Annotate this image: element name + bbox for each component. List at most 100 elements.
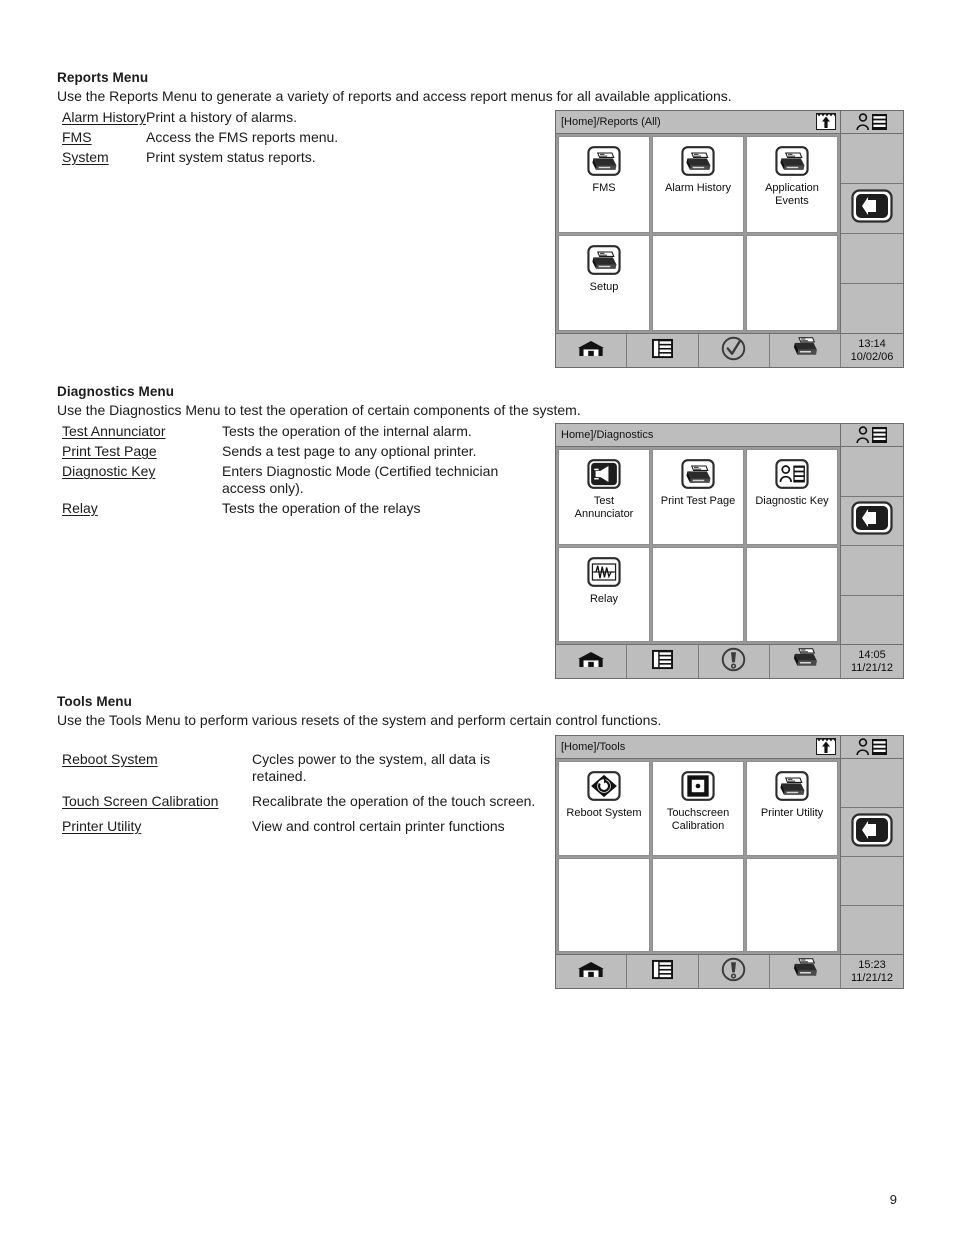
breadcrumb-label: [Home]/Reports (All)	[561, 116, 661, 128]
waveform-icon	[585, 555, 623, 589]
alert-button[interactable]	[699, 955, 770, 988]
upload-arrow-icon[interactable]	[816, 738, 836, 755]
menu-tile-setup[interactable]: Setup	[558, 234, 650, 331]
rail-slot-back[interactable]	[841, 497, 903, 546]
device-bottom-bar: 15:23 11/21/12	[556, 954, 903, 988]
menu-tile-label: Test Annunciator	[574, 495, 634, 520]
term: Diagnostic Key	[62, 463, 156, 479]
breadcrumb: [Home]/Tools	[556, 736, 841, 758]
user-card-icon[interactable]	[841, 424, 903, 446]
menu-tile-label: Relay	[589, 592, 619, 605]
clock-display: 14:05 11/21/12	[841, 645, 903, 678]
menu-tile-empty[interactable]	[652, 546, 744, 642]
clock-date: 11/21/12	[850, 661, 893, 674]
rail-slot-empty[interactable]	[841, 546, 903, 596]
rail-slot-back[interactable]	[841, 808, 903, 857]
rail-slot-empty[interactable]	[841, 134, 903, 184]
list-item: Reboot System Cycles power to the system…	[62, 751, 542, 793]
description: Print system status reports.	[146, 149, 316, 165]
printer-icon	[679, 457, 717, 491]
menu-tile-empty[interactable]	[746, 546, 838, 642]
clock-time: 15:23	[858, 958, 886, 971]
breadcrumb-label: Home]/Diagnostics	[561, 429, 654, 441]
back-arrow-icon[interactable]	[851, 812, 893, 852]
description: Access the FMS reports menu.	[146, 129, 339, 145]
clock-date: 10/02/06	[850, 350, 894, 363]
menu-tile-label: Setup	[589, 280, 619, 293]
upload-arrow-icon[interactable]	[816, 113, 836, 130]
home-icon	[577, 960, 605, 984]
alert-circle-icon	[721, 957, 746, 987]
term: Alarm History	[62, 109, 147, 125]
menu-tile-fms[interactable]: FMS	[558, 136, 650, 233]
list-item: Relay Tests the operation of the relays	[62, 500, 542, 520]
device-side-rail	[841, 759, 903, 954]
list-item: Test Annunciator Tests the operation of …	[62, 423, 542, 443]
menu-list-button[interactable]	[627, 334, 699, 367]
rail-slot-empty[interactable]	[841, 759, 903, 808]
printer-icon	[585, 144, 623, 178]
menu-tile-label: Reboot System	[566, 807, 642, 819]
definition-list: Alarm History Print a history of alarms.…	[62, 109, 338, 169]
menu-tile-empty[interactable]	[652, 857, 744, 952]
definition-list: Reboot System Cycles power to the system…	[62, 751, 542, 838]
menu-grid: FMS Alarm History Application Events Set…	[556, 134, 841, 333]
reboot-icon	[585, 769, 623, 803]
user-card-icon[interactable]	[841, 111, 903, 133]
rail-slot-empty[interactable]	[841, 447, 903, 497]
menu-tile-printer-utility[interactable]: Printer Utility	[746, 761, 838, 856]
term: Print Test Page	[62, 443, 157, 459]
home-icon	[577, 339, 605, 363]
description: Cycles power to the system, all data is …	[252, 751, 491, 784]
rail-slot-back[interactable]	[841, 184, 903, 234]
menu-tile-empty[interactable]	[746, 234, 838, 331]
rail-slot-empty[interactable]	[841, 596, 903, 645]
menu-tile-relay[interactable]: Relay	[558, 546, 650, 642]
device-side-rail	[841, 134, 903, 333]
rail-slot-empty[interactable]	[841, 284, 903, 333]
menu-tile-test-annunciator[interactable]: Test Annunciator	[558, 449, 650, 545]
alert-circle-icon	[721, 647, 746, 677]
acknowledge-button[interactable]	[699, 334, 770, 367]
breadcrumb: [Home]/Reports (All)	[556, 111, 841, 133]
clock-display: 13:14 10/02/06	[841, 334, 903, 367]
home-button[interactable]	[556, 955, 628, 988]
menu-tile-label: Diagnostic Key	[755, 495, 829, 507]
menu-tile-label: Touchscreen Calibration	[666, 807, 730, 832]
menu-tile-empty[interactable]	[746, 857, 838, 952]
menu-list-button[interactable]	[627, 955, 699, 988]
menu-tile-label: Application Events	[765, 182, 819, 207]
back-arrow-icon[interactable]	[851, 501, 893, 540]
list-menu-icon	[651, 338, 674, 364]
rail-slot-empty[interactable]	[841, 906, 903, 954]
list-menu-icon	[651, 649, 674, 675]
list-item: Print Test Page Sends a test page to any…	[62, 443, 542, 463]
description: Tests the operation of the relays	[222, 500, 421, 516]
menu-tile-print-test-page[interactable]: Print Test Page	[652, 449, 744, 545]
user-card-icon[interactable]	[841, 736, 903, 758]
device-body: Test Annunciator Print Test Page Diagnos…	[556, 447, 903, 644]
menu-tile-diagnostic-key[interactable]: Diagnostic Key	[746, 449, 838, 545]
rail-slot-empty[interactable]	[841, 234, 903, 284]
menu-tile-empty[interactable]	[558, 857, 650, 952]
menu-list-button[interactable]	[627, 645, 699, 678]
list-item: Touch Screen Calibration Recalibrate the…	[62, 793, 542, 818]
rail-slot-empty[interactable]	[841, 857, 903, 906]
menu-tile-reboot-system[interactable]: Reboot System	[558, 761, 650, 856]
home-button[interactable]	[556, 645, 628, 678]
breadcrumb-label: [Home]/Tools	[561, 741, 626, 753]
printer-icon	[585, 243, 623, 277]
printer-icon	[773, 144, 811, 178]
alert-button[interactable]	[699, 645, 770, 678]
back-arrow-icon[interactable]	[851, 189, 893, 228]
print-button[interactable]	[770, 955, 841, 988]
device-bottom-bar: 14:05 11/21/12	[556, 644, 903, 678]
menu-tile-touchscreen-calibration[interactable]: Touchscreen Calibration	[652, 761, 744, 856]
print-button[interactable]	[770, 645, 841, 678]
print-button[interactable]	[770, 334, 841, 367]
page-number: 9	[889, 1192, 897, 1207]
menu-tile-alarm-history[interactable]: Alarm History	[652, 136, 744, 233]
menu-tile-application-events[interactable]: Application Events	[746, 136, 838, 233]
home-button[interactable]	[556, 334, 628, 367]
menu-tile-empty[interactable]	[652, 234, 744, 331]
